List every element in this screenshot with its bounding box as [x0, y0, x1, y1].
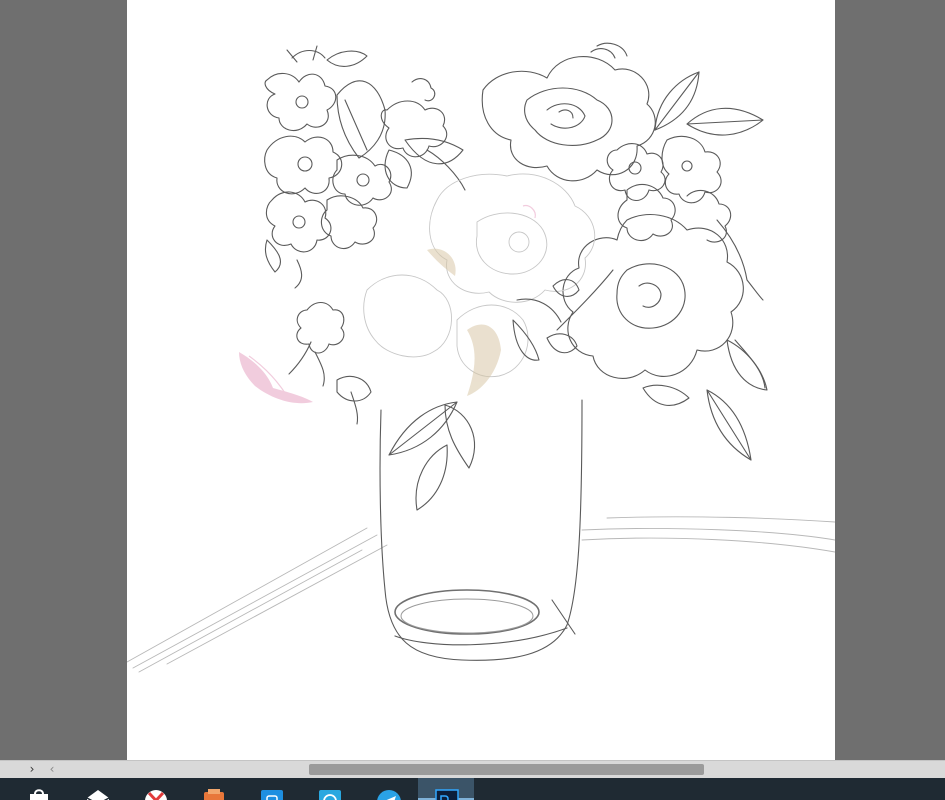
workspace-area: [0, 0, 945, 760]
taskbar-app-photoshop[interactable]: [418, 778, 474, 800]
taskbar-app-store[interactable]: [10, 778, 66, 800]
chat-icon: [319, 790, 341, 800]
taskbar-app-messenger[interactable]: [301, 778, 357, 800]
drawing-canvas[interactable]: [127, 0, 835, 760]
photoshop-icon: [435, 789, 459, 800]
palette-icon: [204, 789, 224, 800]
taskbar-app-telegram[interactable]: [360, 778, 416, 800]
taskbar-app-paint[interactable]: [185, 778, 241, 800]
envelope-icon: [86, 790, 110, 800]
chevron-right-icon: ›: [29, 762, 35, 776]
shopping-bag-icon: [30, 789, 48, 800]
taskbar-app-photos[interactable]: [243, 778, 299, 800]
taskbar: [0, 778, 945, 800]
panel-toggle-button[interactable]: ›: [22, 761, 42, 778]
scroll-left-button[interactable]: ‹: [42, 761, 62, 778]
taskbar-app-antivirus[interactable]: [127, 778, 183, 800]
horizontal-scrollbar[interactable]: › ‹: [0, 760, 945, 778]
taskbar-app-mail[interactable]: [69, 778, 125, 800]
paper-plane-icon: [377, 790, 401, 800]
chevron-left-icon: ‹: [49, 762, 55, 776]
scrollbar-thumb[interactable]: [309, 764, 704, 775]
flower-vase-sketch: [127, 42, 835, 673]
camera-icon: [261, 790, 283, 800]
x-shield-icon: [145, 790, 167, 800]
